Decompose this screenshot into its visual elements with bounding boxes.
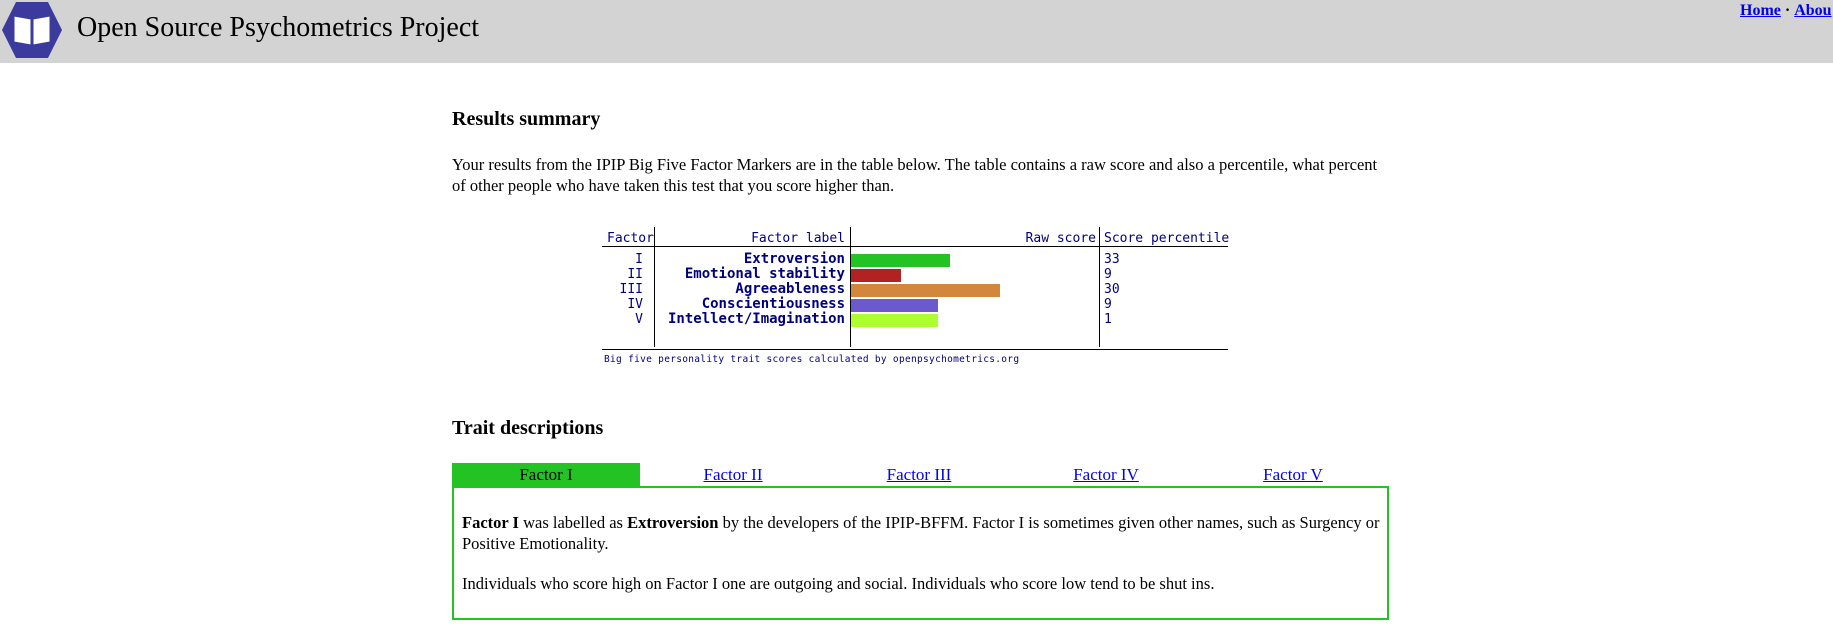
- factor-label-name: Extroversion: [627, 513, 719, 532]
- factor-numeral: IV: [627, 297, 643, 312]
- raw-score-bar: [851, 314, 938, 327]
- raw-score-bar: [851, 269, 901, 282]
- book-logo-icon[interactable]: [0, 0, 64, 60]
- header-factor-label: Factor label: [751, 231, 845, 246]
- factor-numeral: II: [627, 267, 643, 282]
- header-raw-score: Raw score: [1025, 231, 1096, 246]
- tab-factor-2[interactable]: Factor II: [639, 463, 827, 487]
- factor-label: Intellect/Imagination: [667, 311, 845, 327]
- factor-label: Agreeableness: [735, 281, 845, 297]
- factor-numeral: III: [619, 282, 643, 297]
- factor-numeral: V: [635, 312, 643, 327]
- factor-label: Extroversion: [743, 251, 845, 267]
- raw-score-bar: [851, 254, 950, 267]
- factor-name: Factor I: [462, 513, 519, 532]
- factor-label: Emotional stability: [684, 266, 845, 282]
- table-caption: Big five personality trait scores calcul…: [604, 354, 1020, 365]
- site-header: Open Source Psychometrics Project Home · A…: [0, 0, 1833, 63]
- tab-factor-1[interactable]: Factor I: [452, 463, 640, 487]
- score-percentile: 30: [1104, 282, 1120, 297]
- nav-about-link[interactable]: Abou: [1794, 2, 1831, 19]
- trait-descriptions-heading: Trait descriptions: [452, 417, 604, 439]
- factor-numeral: I: [635, 252, 643, 267]
- score-percentile: 33: [1104, 252, 1120, 267]
- tab-factor-5[interactable]: Factor V: [1199, 463, 1387, 487]
- site-title[interactable]: Open Source Psychometrics Project: [77, 12, 479, 44]
- header-score-percentile: Score percentile: [1104, 231, 1230, 246]
- results-table: Factor Factor label Raw score Score perc…: [602, 227, 1230, 367]
- factor-description-panel: Factor I was labelled as Extroversion by…: [452, 486, 1389, 620]
- score-percentile: 9: [1104, 267, 1112, 282]
- table-bottom-rule: [602, 349, 1228, 350]
- tab-factor-3[interactable]: Factor III: [825, 463, 1013, 487]
- nav-separator: ·: [1784, 2, 1791, 19]
- column-divider: [1099, 227, 1100, 347]
- results-summary-heading: Results summary: [452, 108, 601, 130]
- raw-score-bar: [851, 299, 938, 312]
- factor-label: Conscientiousness: [701, 296, 845, 312]
- nav-home-link[interactable]: Home: [1740, 2, 1781, 19]
- raw-score-bar: [851, 284, 1000, 297]
- header-factor: Factor: [607, 231, 654, 246]
- factor-tabs: Factor I Factor II Factor III Factor IV Fact…: [452, 463, 1389, 487]
- factor-description-paragraph: Factor I was labelled as Extroversion by…: [462, 512, 1382, 554]
- tab-factor-4[interactable]: Factor IV: [1012, 463, 1200, 487]
- results-intro-text: Your results from the IPIP Big Five Fact…: [452, 155, 1378, 195]
- header-divider: [602, 246, 1228, 247]
- score-percentile: 9: [1104, 297, 1112, 312]
- top-nav: Home · Abou: [1740, 2, 1832, 20]
- description-text: was labelled as: [518, 513, 628, 532]
- factor-score-interpretation: Individuals who score high on Factor I o…: [462, 574, 1215, 593]
- score-percentile: 1: [1104, 312, 1112, 327]
